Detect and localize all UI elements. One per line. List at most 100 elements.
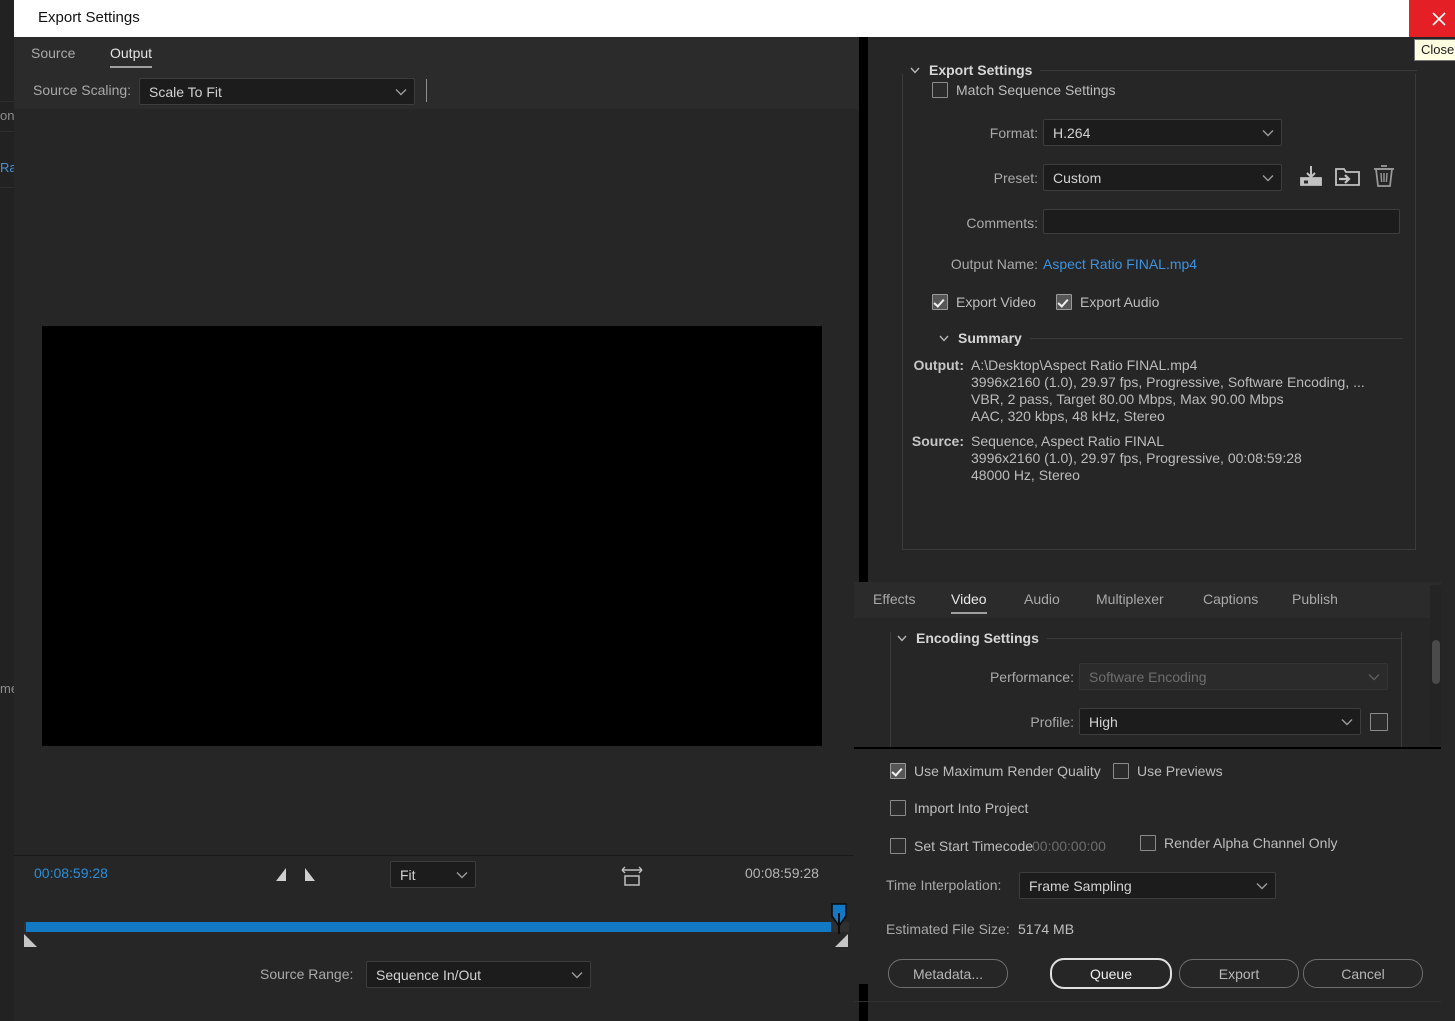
checkbox-box [932, 294, 948, 310]
tab-publish[interactable]: Publish [1292, 591, 1338, 612]
zoom-level-value: Fit [400, 866, 416, 883]
tab-output[interactable]: Output [110, 45, 153, 68]
format-label: Format: [989, 125, 1038, 141]
render-alpha-channel-only-label: Render Alpha Channel Only [1164, 835, 1338, 851]
import-preset-icon[interactable] [1334, 164, 1362, 189]
encoding-settings-group-title: Encoding Settings [916, 630, 1039, 646]
use-maximum-render-quality-label: Use Maximum Render Quality [914, 763, 1101, 779]
tab-multiplexer[interactable]: Multiplexer [1096, 591, 1164, 612]
source-range-label: Source Range: [260, 966, 354, 982]
in-point-icon[interactable] [23, 932, 39, 948]
source-range-value: Sequence In/Out [376, 966, 482, 983]
format-select[interactable]: H.264 [1043, 119, 1282, 146]
source-range-select[interactable]: Sequence In/Out [366, 961, 591, 988]
source-scaling-select[interactable]: Scale To Fit [139, 78, 415, 105]
preview-pane: Source Output Source Scaling: Scale To F… [14, 37, 859, 1021]
checkbox-box [890, 838, 906, 854]
close-button[interactable] [1409, 0, 1455, 37]
source-scaling-row: Source Scaling: Scale To Fit [14, 73, 859, 110]
chevron-down-icon [1262, 129, 1274, 136]
tab-captions[interactable]: Captions [1203, 591, 1258, 612]
video-frame[interactable] [42, 326, 822, 746]
tab-video[interactable]: Video [951, 591, 987, 614]
use-previews-checkbox[interactable]: Use Previews [1113, 763, 1223, 779]
summary-output-key: Output: [913, 357, 964, 373]
preset-label: Preset: [993, 170, 1038, 186]
use-maximum-render-quality-checkbox[interactable]: Use Maximum Render Quality [890, 763, 1101, 779]
import-into-project-checkbox[interactable]: Import Into Project [890, 800, 1028, 816]
preset-select[interactable]: Custom [1043, 164, 1282, 191]
save-preset-icon[interactable] [1298, 164, 1324, 189]
use-previews-label: Use Previews [1137, 763, 1223, 779]
summary-source-line: Sequence, Aspect Ratio FINAL [971, 433, 1164, 449]
settings-scrollbar-thumb[interactable] [1432, 640, 1440, 684]
summary-output-line: A:\Desktop\Aspect Ratio FINAL.mp4 [971, 357, 1198, 373]
chevron-down-icon [1368, 673, 1380, 680]
export-button[interactable]: Export [1179, 959, 1299, 988]
import-into-project-label: Import Into Project [914, 800, 1029, 816]
summary-source-line: 3996x2160 (1.0), 29.97 fps, Progressive,… [971, 450, 1302, 466]
tab-source[interactable]: Source [31, 45, 75, 66]
close-tooltip: Close [1414, 39, 1455, 61]
checkbox-box [1140, 835, 1156, 851]
chevron-down-icon [395, 88, 407, 95]
time-interpolation-select[interactable]: Frame Sampling [1019, 872, 1276, 899]
source-scaling-label: Source Scaling: [33, 82, 132, 98]
encoding-settings-group-header[interactable]: Encoding Settings [896, 630, 1401, 646]
step-back-icon[interactable] [274, 867, 288, 882]
performance-label: Performance: [989, 669, 1074, 685]
chevron-down-icon [571, 971, 583, 978]
duration-timecode[interactable]: 00:08:59:28 [745, 865, 819, 881]
chevron-down-icon [1262, 174, 1274, 181]
group-rule [1046, 637, 1401, 639]
comments-input[interactable] [1043, 209, 1400, 234]
current-timecode[interactable]: 00:08:59:28 [34, 865, 108, 881]
export-video-checkbox[interactable]: Export Video [932, 294, 1036, 310]
dialog-title: Export Settings [38, 9, 140, 26]
cancel-button[interactable]: Cancel [1303, 959, 1423, 988]
delete-preset-icon[interactable] [1372, 163, 1396, 189]
queue-button[interactable]: Queue [1050, 958, 1172, 989]
render-alpha-channel-only-checkbox[interactable]: Render Alpha Channel Only [1140, 835, 1338, 851]
estimated-file-size-value: 5174 MB [1018, 921, 1075, 937]
output-name-link[interactable]: Aspect Ratio FINAL.mp4 [1043, 256, 1197, 272]
toolbar-separator [426, 79, 427, 102]
set-start-timecode-label: Set Start Timecode [914, 838, 1034, 854]
chevron-down-icon [1341, 718, 1353, 725]
timeline-range-fill[interactable] [26, 922, 831, 932]
checkbox-box [932, 82, 948, 98]
profile-select[interactable]: High [1079, 708, 1361, 735]
background-tab-label: on [0, 108, 15, 123]
playhead-icon[interactable] [829, 903, 849, 935]
export-audio-label: Export Audio [1080, 294, 1160, 310]
chevron-down-icon [456, 871, 468, 878]
metadata-button[interactable]: Metadata... [888, 959, 1008, 988]
summary-group-title: Summary [958, 330, 1022, 346]
dialog-title-bar[interactable]: Export Settings [14, 0, 1455, 37]
tab-audio[interactable]: Audio [1024, 591, 1060, 612]
chevron-down-icon[interactable] [896, 632, 908, 644]
match-sequence-settings-checkbox[interactable]: Match Sequence Settings [932, 82, 1116, 98]
export-audio-checkbox[interactable]: Export Audio [1056, 294, 1159, 310]
summary-group-header[interactable]: Summary [938, 330, 1403, 346]
summary-output-line: AAC, 320 kbps, 48 kHz, Stereo [971, 408, 1165, 424]
zoom-level-select[interactable]: Fit [390, 861, 476, 888]
format-value: H.264 [1053, 124, 1091, 141]
estimated-file-size-label: Estimated File Size: [886, 921, 1010, 937]
video-preview-area[interactable] [14, 109, 859, 927]
aspect-ratio-icon[interactable] [620, 865, 644, 887]
summary-output-line: 3996x2160 (1.0), 29.97 fps, Progressive,… [971, 374, 1365, 390]
group-rule [1029, 337, 1403, 339]
profile-override-checkbox[interactable] [1370, 713, 1388, 731]
chevron-down-icon[interactable] [938, 332, 950, 344]
dialog-bottom-divider [854, 1001, 1441, 1002]
checkbox-box [1113, 763, 1129, 779]
step-forward-icon[interactable] [303, 867, 317, 882]
tab-effects[interactable]: Effects [873, 591, 916, 612]
set-start-timecode-checkbox[interactable]: Set Start Timecode [890, 838, 1033, 854]
performance-value: Software Encoding [1089, 668, 1207, 685]
screen: on Ra me 00 0u Export Settings Close Sou… [0, 0, 1455, 1021]
source-scaling-value: Scale To Fit [149, 83, 222, 100]
start-timecode-value[interactable]: 00:00:00:00 [1032, 838, 1106, 854]
time-interpolation-value: Frame Sampling [1029, 877, 1132, 894]
